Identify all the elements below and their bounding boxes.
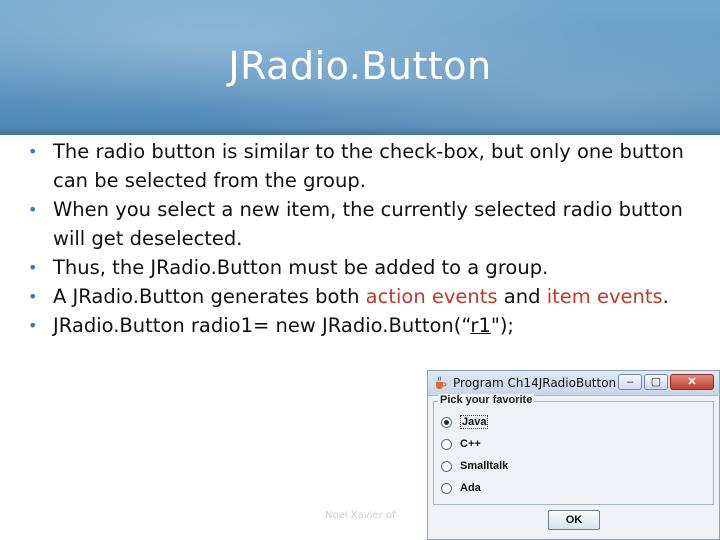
- radio-ada-circle[interactable]: [441, 483, 452, 494]
- bullet-item: • Thus, the JRadio.Button must be added t…: [28, 253, 708, 282]
- bullet-item: • The radio button is similar to the chec…: [28, 137, 708, 195]
- bullet-dot: •: [28, 287, 38, 306]
- radio-cpp-label[interactable]: C++: [460, 438, 481, 450]
- radio-java-label[interactable]: Java: [460, 415, 489, 429]
- radio-smalltalk-circle[interactable]: [441, 461, 452, 472]
- minimize-button[interactable]: –: [618, 374, 642, 390]
- bullet-text: A JRadio.Button generates both: [53, 285, 366, 308]
- bullet-text: Thus, the JRadio.Button must be added to…: [53, 256, 549, 279]
- radio-group: Pick your favorite Java C++ Smalltalk Ad…: [433, 394, 714, 505]
- bullet-dot: •: [28, 258, 38, 277]
- radio-cpp-circle[interactable]: [441, 439, 452, 450]
- radio-smalltalk-label[interactable]: Smalltalk: [460, 460, 508, 472]
- ok-button[interactable]: OK: [548, 510, 600, 530]
- bullet-text: ");: [490, 314, 515, 337]
- close-button[interactable]: ✕: [670, 374, 714, 390]
- bullet-text: The radio button is similar to the check…: [53, 140, 684, 192]
- slide: JRadio.Button • The radio button is simil…: [0, 0, 720, 540]
- bullet-item: • When you select a new item, the curren…: [28, 195, 708, 253]
- window-titlebar[interactable]: Program Ch14JRadioButton – ▢ ✕: [428, 371, 719, 396]
- bullet-dot: •: [28, 142, 38, 161]
- watermark-text: Noel Xavier of: [325, 510, 396, 521]
- bullet-text: r1: [470, 314, 491, 337]
- bullet-item: • JRadio.Button radio1= new JRadio.Button…: [28, 311, 708, 340]
- bullet-text: JRadio.Button radio1= new JRadio.Button(…: [53, 314, 471, 337]
- highlighted-term: action events: [365, 285, 498, 308]
- radio-java-circle[interactable]: [441, 417, 452, 428]
- radio-ada-label[interactable]: Ada: [460, 482, 481, 494]
- swing-window: Program Ch14JRadioButton – ▢ ✕ Pick your…: [427, 370, 720, 540]
- java-cup-icon: [436, 376, 447, 389]
- group-label: Pick your favorite: [438, 394, 535, 406]
- bullet-text: When you select a new item, the currentl…: [53, 198, 683, 250]
- title-banner: JRadio.Button: [0, 0, 720, 135]
- window-title: Program Ch14JRadioButton: [453, 376, 617, 390]
- bullet-text: and: [497, 285, 547, 308]
- bullet-dot: •: [28, 316, 38, 335]
- highlighted-term: item events: [546, 285, 663, 308]
- slide-title: JRadio.Button: [228, 44, 492, 88]
- maximize-button[interactable]: ▢: [644, 374, 668, 390]
- bullet-dot: •: [28, 200, 38, 219]
- bullet-list: • The radio button is similar to the chec…: [28, 137, 708, 340]
- bullet-text: .: [662, 285, 669, 308]
- bullet-item: • A JRadio.Button generates both action e…: [28, 282, 708, 311]
